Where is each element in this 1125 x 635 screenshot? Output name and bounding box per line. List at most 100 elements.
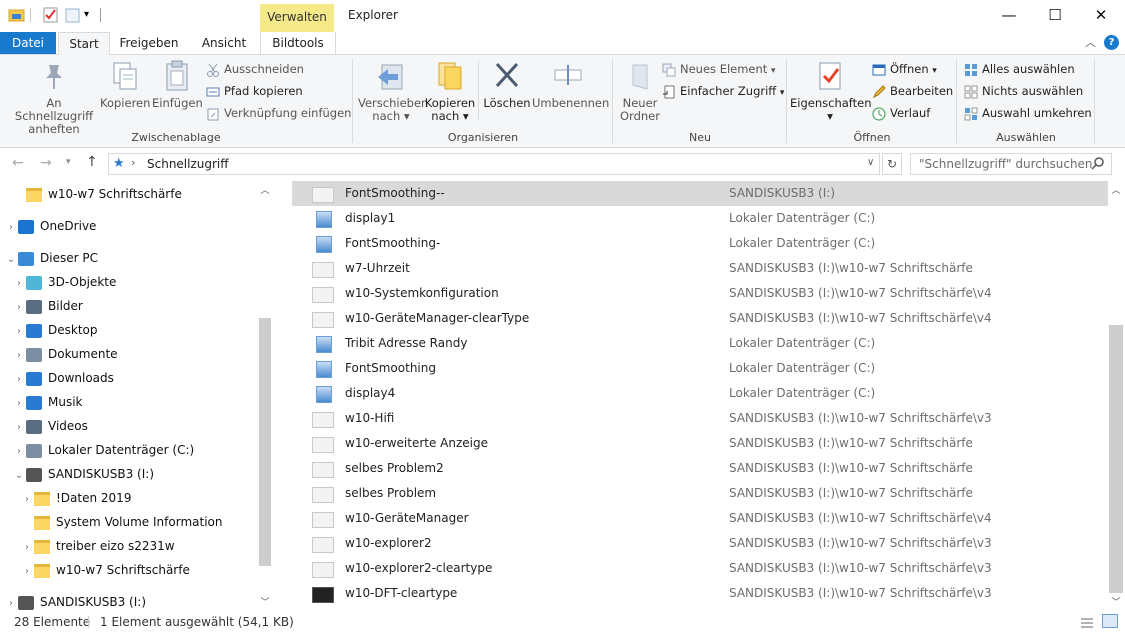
help-icon[interactable]: ? [1104, 35, 1119, 50]
file-row[interactable]: w7-Uhrzeit SANDISKUSB3 (I:)\w10-w7 Schrif… [292, 256, 1108, 281]
back-icon[interactable]: ← [12, 155, 24, 171]
nav-item[interactable]: › treiber eizo s2231w [0, 534, 175, 558]
file-row[interactable]: display1 Lokaler Datenträger (C:) [292, 206, 1108, 231]
properties-button[interactable]: Eigenschaften ▾ [790, 59, 872, 123]
scroll-up-icon[interactable]: ︿ [1108, 183, 1124, 196]
expand-chevron-icon[interactable]: › [12, 392, 26, 416]
address-dropdown-icon[interactable]: ∨ [867, 157, 874, 168]
expand-chevron-icon[interactable]: › [12, 272, 26, 296]
nav-scrollbar-thumb[interactable] [259, 318, 271, 566]
new-folder-button[interactable]: Neuer Ordner [618, 59, 662, 123]
move-to-button[interactable]: Verschieben nach ▾ [358, 59, 428, 123]
scroll-down-icon[interactable]: ﹀ [258, 595, 272, 608]
file-list-scrollbar-thumb[interactable] [1109, 325, 1123, 593]
nav-item[interactable]: › Lokaler Datenträger (C:) [0, 438, 194, 462]
nav-item[interactable]: ⌄ SANDISKUSB3 (I:) [0, 462, 154, 486]
expand-chevron-icon[interactable]: › [20, 560, 34, 584]
tab-start[interactable]: Start [58, 32, 110, 55]
file-row[interactable]: w10-DFT-cleartype SANDISKUSB3 (I:)\w10-w7… [292, 581, 1108, 606]
details-view-icon[interactable] [1080, 615, 1094, 635]
collapse-ribbon-icon[interactable]: ︿ [1085, 34, 1096, 50]
breadcrumb[interactable]: Schnellzugriff [147, 157, 229, 171]
nav-item[interactable]: › !Daten 2019 [0, 486, 131, 510]
recent-locations-icon[interactable]: ▾ [66, 157, 71, 167]
file-row[interactable]: FontSmoothing-- SANDISKUSB3 (I:) [292, 181, 1108, 206]
file-row[interactable]: w10-GeräteManager SANDISKUSB3 (I:)\w10-w7… [292, 506, 1108, 531]
nav-item[interactable]: ⌄ Dieser PC [0, 246, 98, 270]
expand-chevron-icon[interactable]: › [12, 320, 26, 344]
expand-chevron-icon[interactable]: › [12, 296, 26, 320]
select-all-button[interactable]: Alles auswählen [964, 59, 1075, 79]
pin-quick-access-button[interactable]: An Schnellzugriff anheften [6, 59, 102, 136]
delete-button[interactable]: Löschen [482, 59, 532, 110]
properties-icon[interactable] [42, 6, 60, 24]
invert-selection-button[interactable]: Auswahl umkehren [964, 103, 1092, 123]
file-row[interactable]: w10-explorer2 SANDISKUSB3 (I:)\w10-w7 Sch… [292, 531, 1108, 556]
cut-button[interactable]: Ausschneiden [206, 59, 304, 79]
file-row[interactable]: selbes Problem2 SANDISKUSB3 (I:)\w10-w7 S… [292, 456, 1108, 481]
search-input[interactable]: "Schnellzugriff" durchsuchen [910, 153, 1112, 175]
expand-chevron-icon[interactable]: › [12, 344, 26, 368]
expand-chevron-icon[interactable]: › [12, 416, 26, 440]
address-bar[interactable]: ★ › Schnellzugriff ∨ [108, 153, 880, 175]
tab-datei[interactable]: Datei [0, 32, 56, 54]
nav-item[interactable]: w10-w7 Schriftschärfe [0, 182, 182, 206]
file-row[interactable]: selbes Problem SANDISKUSB3 (I:)\w10-w7 Sc… [292, 481, 1108, 506]
expand-chevron-icon[interactable]: ⌄ [4, 248, 18, 272]
file-row[interactable]: w10-explorer2-cleartype SANDISKUSB3 (I:)\… [292, 556, 1108, 581]
expand-chevron-icon[interactable]: › [20, 488, 34, 512]
file-row[interactable]: display4 Lokaler Datenträger (C:) [292, 381, 1108, 406]
expand-chevron-icon[interactable]: › [20, 536, 34, 560]
scroll-down-icon[interactable]: ﹀ [1108, 595, 1124, 608]
folder-icon[interactable] [8, 6, 26, 24]
nav-item[interactable]: › Dokumente [0, 342, 118, 366]
expand-chevron-icon[interactable]: ⌄ [12, 464, 26, 488]
nav-item[interactable]: › Videos [0, 414, 88, 438]
copy-path-button[interactable]: Pfad kopieren [206, 81, 303, 101]
expand-chevron-icon[interactable]: › [12, 368, 26, 392]
forward-icon[interactable]: → [40, 155, 52, 171]
easy-access-button[interactable]: Einfacher Zugriff ▾ [662, 81, 784, 101]
rename-button[interactable]: Umbenennen [532, 59, 609, 110]
file-row[interactable]: Tribit Adresse Randy Lokaler Datenträger … [292, 331, 1108, 356]
file-row[interactable]: FontSmoothing- Lokaler Datenträger (C:) [292, 231, 1108, 256]
tab-ansicht[interactable]: Ansicht [196, 32, 252, 54]
tab-bildtools[interactable]: Bildtools [260, 32, 336, 54]
copy-button[interactable]: Kopieren [100, 59, 150, 110]
refresh-icon[interactable]: ↻ [882, 153, 902, 175]
tab-freigeben[interactable]: Freigeben [116, 32, 182, 54]
nav-item[interactable]: › w10-w7 Schriftschärfe [0, 558, 190, 582]
scroll-up-icon[interactable]: ︿ [258, 183, 272, 196]
delete-label: Löschen [483, 96, 531, 110]
nav-item[interactable]: › Desktop [0, 318, 98, 342]
file-row[interactable]: w10-Hifi SANDISKUSB3 (I:)\w10-w7 Schrifts… [292, 406, 1108, 431]
nav-item[interactable]: › 3D-Objekte [0, 270, 116, 294]
open-button[interactable]: Öffnen ▾ [872, 59, 937, 79]
nav-item[interactable]: System Volume Information [0, 510, 222, 534]
edit-button[interactable]: Bearbeiten [872, 81, 953, 101]
history-button[interactable]: Verlauf [872, 103, 930, 123]
nav-item[interactable]: › SANDISKUSB3 (I:) [0, 590, 146, 614]
close-button[interactable]: ✕ [1078, 0, 1124, 30]
maximize-button[interactable]: ☐ [1032, 0, 1078, 30]
nav-item[interactable]: › Downloads [0, 366, 114, 390]
new-item-button[interactable]: Neues Element ▾ [662, 59, 776, 79]
nav-item[interactable]: › Bilder [0, 294, 83, 318]
paste-shortcut-button[interactable]: Verknüpfung einfügen [206, 103, 351, 123]
file-row[interactable]: w10-Systemkonfiguration SANDISKUSB3 (I:)\… [292, 281, 1108, 306]
file-row[interactable]: FontSmoothing Lokaler Datenträger (C:) [292, 356, 1108, 381]
expand-chevron-icon[interactable]: › [12, 440, 26, 464]
up-icon[interactable]: ↑ [86, 154, 98, 170]
file-row[interactable]: w10-GeräteManager-clearType SANDISKUSB3 (… [292, 306, 1108, 331]
nav-item[interactable]: › OneDrive [0, 214, 96, 238]
breadcrumb-chevron-icon[interactable]: › [131, 156, 135, 169]
minimize-button[interactable]: — [986, 0, 1032, 30]
file-row[interactable]: w10-erweiterte Anzeige SANDISKUSB3 (I:)\w… [292, 431, 1108, 456]
copy-to-button[interactable]: Kopieren nach ▾ [424, 59, 476, 123]
new-folder-icon[interactable] [64, 6, 82, 24]
expand-chevron-icon[interactable]: › [4, 216, 18, 240]
nav-item[interactable]: › Musik [0, 390, 83, 414]
large-icons-view-icon[interactable] [1102, 614, 1118, 628]
paste-button[interactable]: Einfügen [152, 59, 203, 110]
select-none-button[interactable]: Nichts auswählen [964, 81, 1083, 101]
